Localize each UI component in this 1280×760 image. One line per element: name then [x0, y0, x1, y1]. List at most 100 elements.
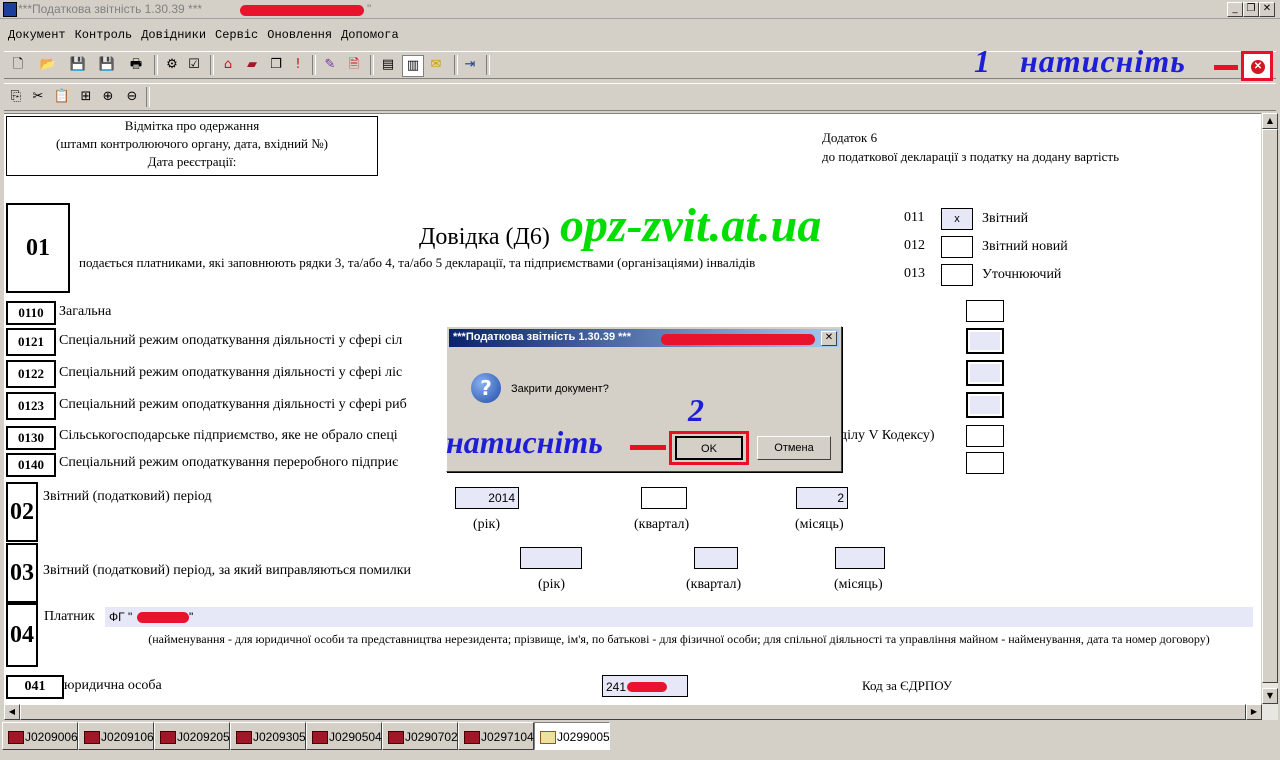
alert-document-icon[interactable]: !	[288, 55, 308, 75]
stamp-line: Відмітка про одержання	[124, 118, 260, 133]
payer-name-input[interactable]: ФГ " "	[105, 607, 1253, 627]
document-tab-active[interactable]: J0299005	[534, 722, 610, 750]
correction-year-input[interactable]	[520, 547, 582, 569]
period-quarter-input[interactable]	[641, 487, 687, 509]
row-checkbox[interactable]	[966, 328, 1004, 354]
send-icon[interactable]: ✉	[426, 55, 446, 75]
row-checkbox[interactable]	[966, 425, 1004, 447]
pdf-icon[interactable]: 🗎	[344, 55, 364, 75]
close-document-button[interactable]: ✕	[1241, 51, 1273, 81]
redaction-mark	[661, 334, 815, 345]
row-checkbox[interactable]	[966, 392, 1004, 418]
row-label: Спеціальний режим оподаткування діяльнос…	[59, 333, 403, 348]
report-type-checkbox-regular[interactable]: x	[941, 208, 973, 230]
menu-help[interactable]: Допомога	[341, 28, 399, 42]
cancel-button[interactable]: Отмена	[757, 436, 831, 460]
document-tab[interactable]: J0209205	[154, 722, 230, 750]
form-subtitle: подається платниками, які заповнюють ряд…	[79, 255, 756, 270]
menu-document[interactable]: Документ	[8, 28, 66, 42]
delete-row-icon[interactable]: ⊖	[122, 87, 142, 107]
row-label: Спеціальний режим оподаткування переробн…	[59, 455, 399, 470]
book-icon	[388, 731, 404, 744]
horizontal-scrollbar[interactable]: ◀ ▶	[4, 704, 1278, 720]
report-type-checkbox-new[interactable]	[941, 236, 973, 258]
new-document-icon[interactable]: 🗋	[8, 55, 28, 75]
insert-row-icon[interactable]: ⊞	[76, 87, 96, 107]
book-icon	[312, 731, 328, 744]
report-type-label: Звітний	[982, 211, 1029, 226]
correction-year-caption: (рік)	[538, 577, 566, 592]
appendix-line: Додаток 6	[822, 130, 878, 145]
close-document-icon: ✕	[1251, 60, 1265, 74]
window-title: ***Податкова звітність 1.30.39 ***	[18, 2, 203, 16]
row-checkbox[interactable]	[966, 360, 1004, 386]
book-icon	[236, 731, 252, 744]
document-tab[interactable]: J0290702	[382, 722, 458, 750]
tools-icon[interactable]: ⚙	[162, 55, 182, 75]
home-icon[interactable]: ⌂	[218, 55, 238, 75]
properties-icon[interactable]: ▤	[378, 55, 398, 75]
print-icon[interactable]: 🖶	[126, 55, 146, 75]
ok-button[interactable]: OK	[675, 436, 743, 460]
form-view-icon[interactable]: ▥	[402, 55, 424, 77]
checklist-icon[interactable]: ☑	[184, 55, 204, 75]
annotation-arrow-2	[630, 445, 666, 450]
scroll-thumb[interactable]	[1262, 129, 1278, 683]
vertical-scrollbar[interactable]: ▲ ▼	[1262, 113, 1278, 704]
dialog-close-button[interactable]: ✕	[821, 331, 837, 346]
book-icon	[160, 731, 176, 744]
period-month-input[interactable]: 2	[796, 487, 848, 509]
document-tab[interactable]: J0209006	[2, 722, 78, 750]
tab-label: J0209106	[101, 730, 154, 744]
period-year-input[interactable]: 2014	[455, 487, 519, 509]
menu-directories[interactable]: Довідники	[141, 28, 206, 42]
add-row-icon[interactable]: ⊕	[98, 87, 118, 107]
correction-quarter-input[interactable]	[694, 547, 738, 569]
menu-service[interactable]: Сервіс	[215, 28, 258, 42]
correction-month-input[interactable]	[835, 547, 885, 569]
row-code: 0122	[6, 360, 56, 388]
paste-icon[interactable]: 📋	[52, 87, 72, 107]
row-checkbox[interactable]	[966, 452, 1004, 474]
sign-icon[interactable]: ✎	[320, 55, 340, 75]
scroll-down-arrow-icon[interactable]: ▼	[1262, 688, 1278, 704]
cut-icon[interactable]: ✂	[28, 87, 48, 107]
minimize-button[interactable]: _	[1227, 2, 1243, 17]
scroll-left-arrow-icon[interactable]: ◀	[4, 704, 20, 720]
save-as-icon[interactable]: 💾	[97, 55, 117, 75]
copy-icon[interactable]: ⎘	[6, 87, 26, 107]
appendix-note: Додаток 6 до податкової декларації з под…	[822, 128, 1119, 166]
row-checkbox[interactable]	[966, 300, 1004, 322]
row-label: Сільськогосподарське підприємство, яке н…	[59, 428, 398, 443]
close-window-button[interactable]: ✕	[1259, 2, 1275, 17]
period-month-caption: (місяць)	[795, 517, 844, 532]
open-folder-icon[interactable]: 📂	[38, 55, 58, 75]
scroll-up-arrow-icon[interactable]: ▲	[1262, 113, 1278, 129]
scroll-right-arrow-icon[interactable]: ▶	[1246, 704, 1262, 720]
period-year-caption: (рік)	[473, 517, 501, 532]
menu-updates[interactable]: Оновлення	[267, 28, 332, 42]
document-tab[interactable]: J0209305	[230, 722, 306, 750]
document-tab[interactable]: J0290504	[306, 722, 382, 750]
form-title: Довідка (Д6)	[419, 224, 550, 250]
report-type-checkbox-corrective[interactable]	[941, 264, 973, 286]
save-icon[interactable]: 💾	[68, 55, 88, 75]
book-icon	[8, 731, 24, 744]
book-icon[interactable]: ▰	[242, 55, 262, 75]
report-type-code: 013	[904, 266, 925, 281]
menu-control[interactable]: Контроль	[75, 28, 133, 42]
row-code: 0130	[6, 426, 56, 450]
correction-quarter-caption: (квартал)	[686, 577, 742, 592]
copy-documents-icon[interactable]: ❐	[266, 55, 286, 75]
hscroll-thumb[interactable]	[20, 704, 1246, 720]
app-icon	[3, 2, 17, 17]
restore-button[interactable]: ❐	[1243, 2, 1259, 17]
correction-month-caption: (місяць)	[834, 577, 883, 592]
edrpou-input[interactable]: 241	[602, 675, 688, 697]
row-code: 0140	[6, 453, 56, 477]
document-tab[interactable]: J0209106	[78, 722, 154, 750]
exit-icon[interactable]: ⇥	[460, 55, 480, 75]
payer-name-suffix: "	[189, 610, 194, 624]
document-tab[interactable]: J0297104	[458, 722, 534, 750]
toolbar-separator	[154, 55, 158, 75]
